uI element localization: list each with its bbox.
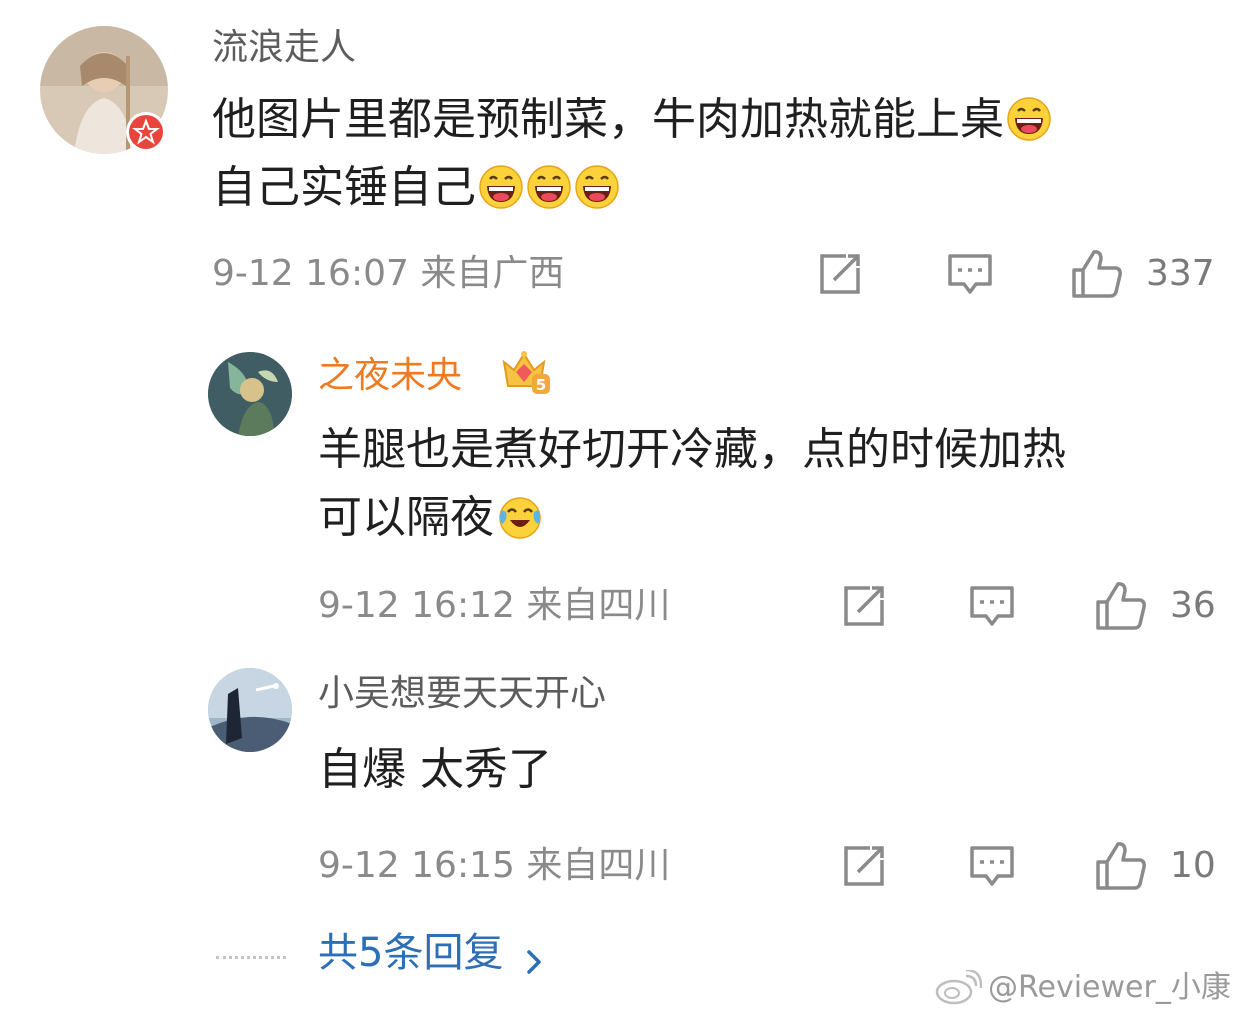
comment-text-line1: 他图片里都是预制菜，牛肉加热就能上桌 <box>212 94 1004 145</box>
share-icon[interactable] <box>816 250 864 298</box>
comment-text-line1: 自爆 太秀了 <box>318 744 552 795</box>
reply-comment-icon[interactable] <box>968 842 1016 890</box>
red-star-badge-icon <box>126 112 166 152</box>
grin-emoji-icon <box>1006 96 1052 142</box>
username[interactable]: 之夜未央 <box>318 354 462 398</box>
thumbs-up-icon[interactable] <box>1094 840 1148 892</box>
like-count: 36 <box>1170 585 1216 626</box>
crown-vip-icon: 5 <box>498 348 552 396</box>
chevron-right-icon <box>523 947 545 977</box>
username[interactable]: 流浪走人 <box>212 26 356 70</box>
comment-text-line1: 羊腿也是煮好切开冷藏，点的时候加热 <box>318 424 1066 475</box>
watermark: @Reviewer_小康 <box>988 970 1231 1005</box>
comment-meta: 9-12 16:12 来自四川 <box>318 585 671 626</box>
comment-text-line2: 可以隔夜 <box>318 492 494 543</box>
grin-emoji-icon <box>526 164 572 210</box>
comment-text: 他图片里都是预制菜，牛肉加热就能上桌 自己实锤自己 <box>212 86 1232 222</box>
share-icon[interactable] <box>840 842 888 890</box>
like-count: 10 <box>1170 845 1216 886</box>
thumbs-up-icon[interactable] <box>1070 248 1124 300</box>
reply-comment-icon[interactable] <box>968 582 1016 630</box>
svg-text:5: 5 <box>536 376 546 394</box>
comment-text: 自爆 太秀了 <box>318 736 1218 804</box>
avatar[interactable] <box>208 352 292 436</box>
comment-text-line2: 自己实锤自己 <box>212 162 476 213</box>
comment-meta: 9-12 16:15 来自四川 <box>318 845 671 886</box>
more-replies-label: 共5条回复 <box>318 930 504 976</box>
thumbs-up-icon[interactable] <box>1094 580 1148 632</box>
laugh-cry-emoji-icon <box>496 494 542 540</box>
grin-emoji-icon <box>574 164 620 210</box>
avatar[interactable] <box>208 668 292 752</box>
comment-meta: 9-12 16:07 来自广西 <box>212 253 565 294</box>
comment-text: 羊腿也是煮好切开冷藏，点的时候加热 可以隔夜 <box>318 416 1218 552</box>
weibo-logo-icon <box>934 970 982 1006</box>
share-icon[interactable] <box>840 582 888 630</box>
like-count: 337 <box>1146 253 1215 294</box>
username[interactable]: 小吴想要天天开心 <box>318 672 606 716</box>
more-replies-link[interactable]: 共5条回复 <box>318 928 545 982</box>
more-replies-divider-dots <box>216 956 286 961</box>
grin-emoji-icon <box>478 164 524 210</box>
reply-comment-icon[interactable] <box>946 250 994 298</box>
